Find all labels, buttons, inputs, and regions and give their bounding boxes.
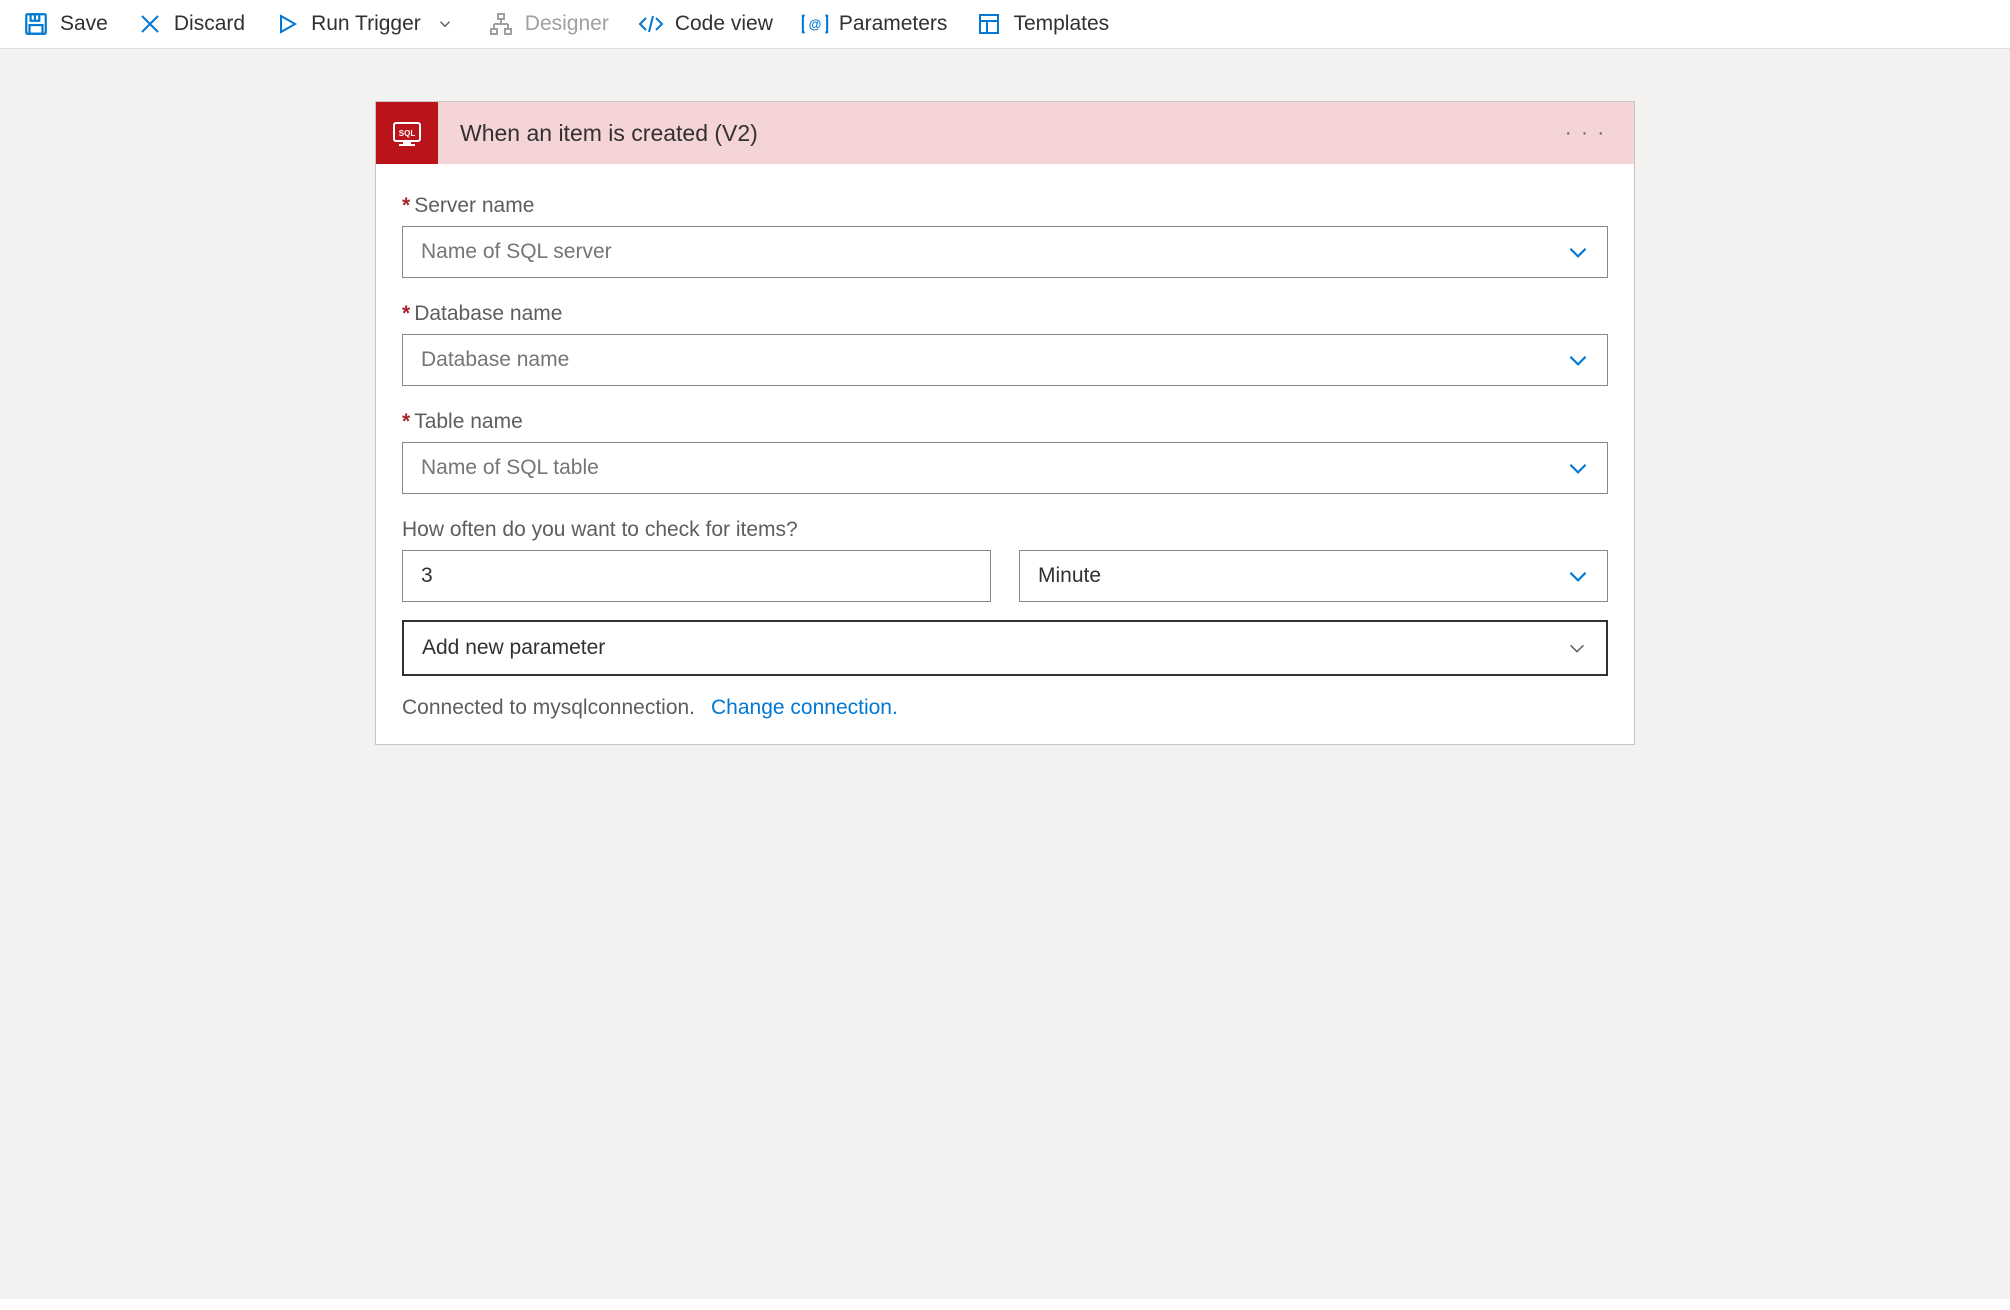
parameters-label: Parameters: [839, 12, 948, 36]
code-view-button[interactable]: Code view: [637, 10, 773, 38]
designer-icon: [487, 10, 515, 38]
chevron-down-icon[interactable]: [1563, 453, 1593, 483]
server-name-combo[interactable]: [402, 226, 1608, 278]
database-name-label: * Database name: [402, 302, 1608, 326]
run-trigger-button[interactable]: Run Trigger: [273, 10, 459, 38]
server-name-label: * Server name: [402, 194, 1608, 218]
canvas: SQL When an item is created (V2) · · · *…: [0, 49, 2010, 1299]
parameters-button[interactable]: @ Parameters: [801, 10, 948, 38]
sql-connector-icon: SQL: [376, 102, 438, 164]
frequency-label: How often do you want to check for items…: [402, 518, 1608, 542]
play-icon: [273, 10, 301, 38]
chevron-down-icon[interactable]: [1563, 237, 1593, 267]
designer-label: Designer: [525, 12, 609, 36]
code-icon: [637, 10, 665, 38]
field-table-name: * Table name: [402, 410, 1608, 494]
card-body: * Server name * Database name: [376, 164, 1634, 744]
discard-icon: [136, 10, 164, 38]
server-name-input[interactable]: [421, 240, 1563, 264]
required-asterisk: *: [402, 194, 410, 218]
templates-icon: [975, 10, 1003, 38]
required-asterisk: *: [402, 302, 410, 326]
card-more-button[interactable]: · · ·: [1537, 122, 1634, 145]
toolbar: Save Discard Run Trigger: [0, 0, 2010, 49]
discard-button[interactable]: Discard: [136, 10, 245, 38]
table-name-label: * Table name: [402, 410, 1608, 434]
chevron-down-icon[interactable]: [1563, 345, 1593, 375]
save-icon: [22, 10, 50, 38]
svg-text:SQL: SQL: [399, 129, 416, 138]
field-frequency: How often do you want to check for items…: [402, 518, 1608, 602]
field-database-name: * Database name: [402, 302, 1608, 386]
card-title: When an item is created (V2): [438, 120, 1537, 147]
frequency-value-input[interactable]: [402, 550, 991, 602]
add-parameter-label: Add new parameter: [422, 636, 1562, 660]
required-asterisk: *: [402, 410, 410, 434]
connection-footer: Connected to mysqlconnection. Change con…: [402, 676, 1608, 720]
trigger-card: SQL When an item is created (V2) · · · *…: [375, 101, 1635, 745]
discard-label: Discard: [174, 12, 245, 36]
database-name-input[interactable]: [421, 348, 1563, 372]
parameters-icon: @: [801, 10, 829, 38]
designer-button: Designer: [487, 10, 609, 38]
add-parameter-combo[interactable]: Add new parameter: [402, 620, 1608, 676]
code-view-label: Code view: [675, 12, 773, 36]
connection-status: Connected to mysqlconnection.: [402, 696, 695, 720]
change-connection-link[interactable]: Change connection.: [711, 696, 898, 720]
templates-label: Templates: [1013, 12, 1109, 36]
chevron-down-icon: [431, 10, 459, 38]
table-name-input[interactable]: [421, 456, 1563, 480]
save-button[interactable]: Save: [22, 10, 108, 38]
frequency-unit-combo[interactable]: Minute: [1019, 550, 1608, 602]
card-header[interactable]: SQL When an item is created (V2) · · ·: [376, 102, 1634, 164]
save-label: Save: [60, 12, 108, 36]
chevron-down-icon[interactable]: [1562, 633, 1592, 663]
frequency-unit-value: Minute: [1038, 564, 1563, 588]
templates-button[interactable]: Templates: [975, 10, 1109, 38]
run-trigger-label: Run Trigger: [311, 12, 421, 36]
database-name-combo[interactable]: [402, 334, 1608, 386]
frequency-value[interactable]: [421, 564, 976, 588]
field-server-name: * Server name: [402, 194, 1608, 278]
svg-text:@: @: [809, 17, 822, 32]
table-name-combo[interactable]: [402, 442, 1608, 494]
chevron-down-icon[interactable]: [1563, 561, 1593, 591]
